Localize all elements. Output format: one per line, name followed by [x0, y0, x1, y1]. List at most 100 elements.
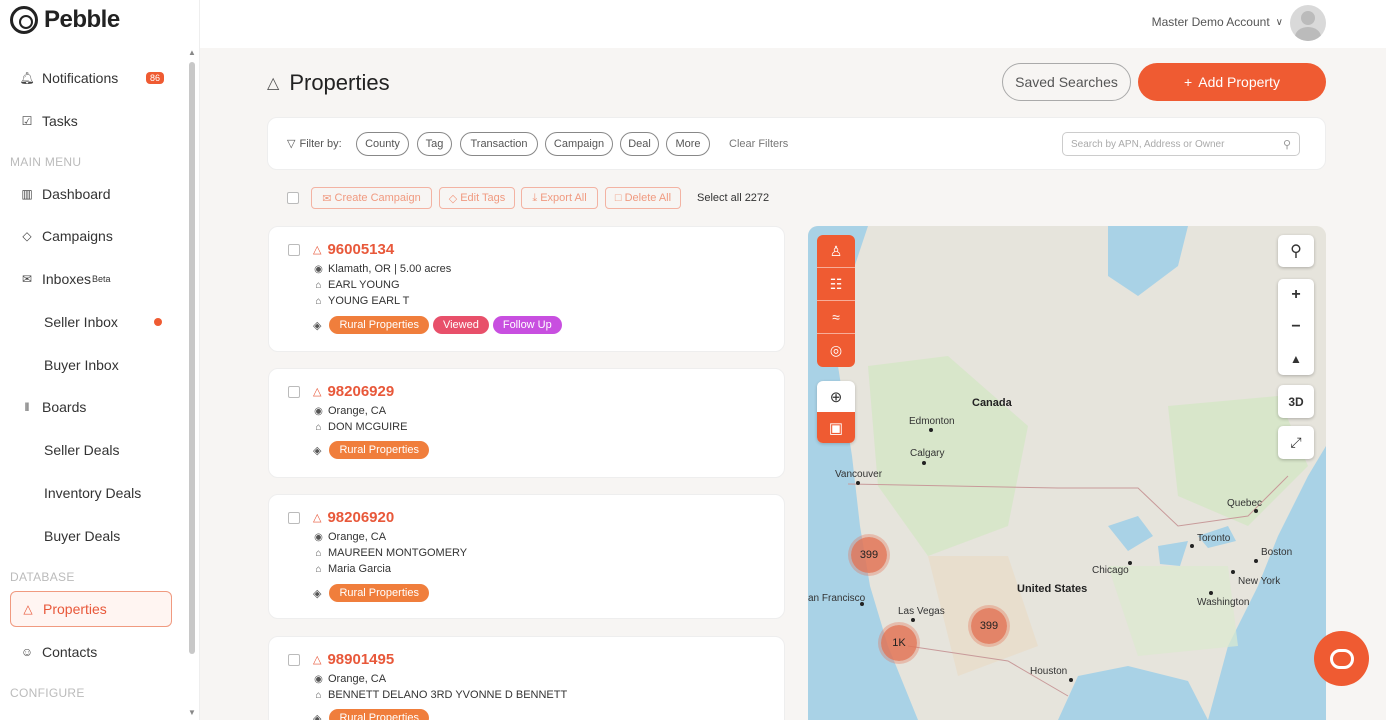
scroll-thumb[interactable] [189, 62, 195, 654]
sidebar-item-buyer-inbox[interactable]: Buyer Inbox [10, 347, 172, 383]
fullscreen-icon[interactable]: ⤢ [1278, 426, 1314, 459]
brand-logo[interactable]: Pebble [10, 6, 120, 34]
map-label-canada: Canada [972, 397, 1012, 409]
filter-chip-more[interactable]: More [666, 132, 710, 156]
filter-chip-campaign[interactable]: Campaign [545, 132, 613, 156]
select-all-count[interactable]: Select all 2272 [697, 192, 769, 204]
scroll-down-icon[interactable]: ▼ [188, 708, 196, 717]
property-apn[interactable]: △ 98901495 [313, 651, 394, 668]
city-marker [1209, 591, 1213, 595]
property-tags: ◈ Rural Properties Viewed Follow Up [313, 316, 562, 334]
flood-zone-icon[interactable]: ≈ [817, 301, 855, 334]
sidebar-item-label: Buyer Deals [44, 528, 121, 544]
sidebar-item-boards[interactable]: ‖ Boards [10, 389, 172, 425]
map-label-vancouver: Vancouver [835, 469, 883, 480]
city-marker [856, 481, 860, 485]
parcel-layer-icon[interactable]: ▣ [817, 412, 855, 443]
property-card[interactable]: △ 98206929 ◉ Orange, CA ⌂ DON MCGUIRE ◈ … [268, 368, 785, 478]
sidebar-item-contacts[interactable]: ☺ Contacts [10, 634, 172, 670]
filter-chip-transaction[interactable]: Transaction [460, 132, 538, 156]
sidebar: Pebble 🔔︎ Notifications 86 ☑ Tasks MAIN … [0, 0, 200, 720]
scroll-up-icon[interactable]: ▲ [188, 48, 196, 57]
create-campaign-button[interactable]: ✉ Create Campaign [311, 187, 432, 209]
sidebar-item-notifications[interactable]: 🔔︎ Notifications 86 [10, 60, 172, 96]
sidebar-item-campaigns[interactable]: ◇ Campaigns [10, 218, 172, 254]
property-apn[interactable]: △ 98206920 [313, 509, 394, 526]
map-book-icon[interactable]: ☷ [817, 268, 855, 301]
sidebar-item-inventory-deals[interactable]: Inventory Deals [10, 475, 172, 511]
saved-searches-button[interactable]: Saved Searches [1002, 63, 1131, 101]
tag-rural-properties[interactable]: Rural Properties [329, 709, 429, 720]
property-checkbox[interactable] [288, 386, 300, 398]
filter-chip-county[interactable]: County [356, 132, 409, 156]
sidebar-item-inboxes[interactable]: ✉ Inboxes Beta [10, 261, 172, 297]
property-owner-text: EARL YOUNG [328, 279, 400, 291]
map-cluster[interactable]: 399 [971, 608, 1007, 644]
property-checkbox[interactable] [288, 512, 300, 524]
3d-toggle-button[interactable]: 3D [1278, 385, 1314, 418]
map-cluster[interactable]: 1K [881, 625, 917, 661]
globe-icon[interactable]: ⊕ [817, 381, 855, 412]
search-placeholder: Search by APN, Address or Owner [1071, 138, 1225, 150]
page-title: △ Properties [267, 70, 390, 96]
compass-icon[interactable]: ▲ [1290, 343, 1302, 375]
tag-rural-properties[interactable]: Rural Properties [329, 316, 429, 334]
property-apn[interactable]: △ 96005134 [313, 241, 394, 258]
sidebar-item-properties[interactable]: △ Properties [10, 591, 172, 627]
select-all-checkbox[interactable] [287, 192, 299, 204]
create-campaign-label: Create Campaign [334, 192, 421, 204]
city-marker [1128, 561, 1132, 565]
map-label-quebec: Quebec [1227, 498, 1263, 509]
map-pin-icon: ◉ [314, 673, 323, 685]
sidebar-item-buyer-deals[interactable]: Buyer Deals [10, 518, 172, 554]
property-tags: ◈ Rural Properties [313, 584, 429, 602]
kanban-icon: ‖ [24, 400, 30, 414]
sidebar-item-dashboard[interactable]: ▥ Dashboard [10, 176, 172, 212]
zoom-in-icon[interactable]: + [1291, 279, 1300, 311]
property-apn[interactable]: △ 98206929 [313, 383, 394, 400]
edit-tags-label: Edit Tags [460, 192, 506, 204]
property-card[interactable]: △ 98206920 ◉ Orange, CA ⌂ MAUREEN MONTGO… [268, 494, 785, 619]
sidebar-item-seller-inbox[interactable]: Seller Inbox [10, 304, 172, 340]
map-cluster[interactable]: 399 [851, 537, 887, 573]
property-location-text: Orange, CA [328, 531, 387, 543]
property-checkbox[interactable] [288, 244, 300, 256]
edit-tags-button[interactable]: ◇ Edit Tags [439, 187, 515, 209]
avatar[interactable] [1290, 5, 1326, 41]
property-card[interactable]: △ 98901495 ◉ Orange, CA ⌂ BENNETT DELANO… [268, 636, 785, 720]
sidebar-item-seller-deals[interactable]: Seller Deals [10, 432, 172, 468]
sidebar-item-label: Contacts [42, 644, 98, 660]
account-switcher[interactable]: Master Demo Account ∨ [1152, 15, 1283, 29]
property-owner-text: DON MCGUIRE [328, 421, 408, 433]
search-input[interactable]: Search by APN, Address or Owner ⚲ [1062, 132, 1300, 156]
property-location-text: Orange, CA [328, 405, 387, 417]
sidebar-item-tasks[interactable]: ☑ Tasks [10, 103, 172, 139]
clear-filters-link[interactable]: Clear Filters [729, 138, 788, 150]
sidebar-scrollbar[interactable]: ▲ ▼ [188, 48, 196, 720]
map-search-icon[interactable]: ⚲ [1278, 235, 1314, 267]
property-card[interactable]: △ 96005134 ◉ Klamath, OR | 5.00 acres ⌂ … [268, 226, 785, 352]
tag-viewed[interactable]: Viewed [432, 316, 489, 334]
page-title-text: Properties [289, 70, 390, 95]
add-property-button[interactable]: + Add Property [1138, 63, 1326, 101]
export-all-button[interactable]: ⤓ Export All [521, 187, 598, 209]
tag-rural-properties[interactable]: Rural Properties [329, 441, 429, 459]
tag-rural-properties[interactable]: Rural Properties [329, 584, 429, 602]
tag-icon: ◈ [313, 587, 322, 600]
property-location-text: Orange, CA [328, 673, 387, 685]
owner-layer-icon[interactable]: ♙ [817, 235, 855, 268]
filter-chip-tag[interactable]: Tag [417, 132, 452, 156]
property-checkbox[interactable] [288, 654, 300, 666]
property-map[interactable]: Canada United States Edmonton Calgary Va… [808, 226, 1326, 720]
property-owner: ⌂ EARL YOUNG [314, 279, 400, 291]
tag-icon: ◈ [313, 444, 322, 457]
chat-launcher-button[interactable] [1314, 631, 1369, 686]
city-marker [922, 461, 926, 465]
filter-chip-deal[interactable]: Deal [620, 132, 659, 156]
property-owner-text: Maria Garcia [328, 563, 391, 575]
target-icon[interactable]: ◎ [817, 334, 855, 367]
zoom-out-icon[interactable]: − [1291, 311, 1300, 343]
delete-all-button[interactable]: □ Delete All [605, 187, 681, 209]
map-label-las-vegas: Las Vegas [898, 606, 945, 617]
tag-follow-up[interactable]: Follow Up [492, 316, 562, 334]
